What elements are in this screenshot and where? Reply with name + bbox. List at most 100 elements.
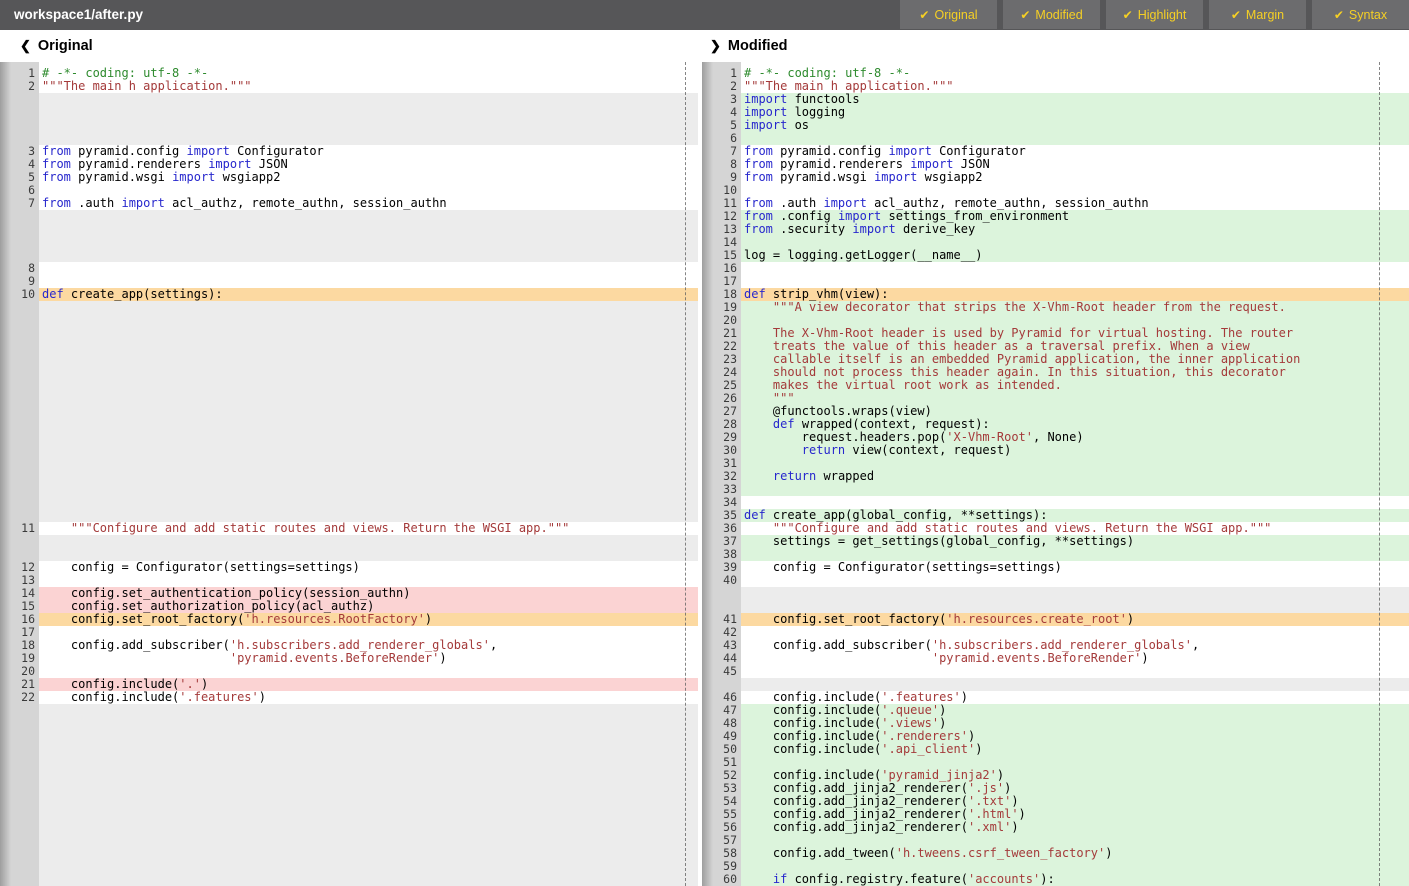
code-line: config.add_jinja2_renderer('.txt')	[741, 795, 1409, 808]
code-line: treats the value of this header as a tra…	[741, 340, 1409, 353]
code-line: import functools	[741, 93, 1409, 106]
line-number	[11, 470, 39, 483]
line-number	[11, 93, 39, 106]
code-line: from pyramid.renderers import JSON	[741, 158, 1409, 171]
line-number: 60	[713, 873, 741, 886]
code-line	[741, 860, 1409, 873]
code-line: def strip_vhm(view):	[741, 288, 1409, 301]
code-area-modified[interactable]: # -*- coding: utf-8 -*-"""The main h app…	[741, 62, 1409, 886]
chevron-right-icon: ❯	[710, 38, 721, 54]
code-line: settings = get_settings(global_config, *…	[741, 535, 1409, 548]
line-number	[11, 808, 39, 821]
code-line	[741, 756, 1409, 769]
code-line	[741, 574, 1409, 587]
code-line	[741, 236, 1409, 249]
modified-pane: 1234567891011121314151617181920212223242…	[702, 62, 1409, 886]
diff-viewer-window: workspace1/after.py ✔Original✔Modified✔H…	[0, 0, 1409, 886]
code-line	[39, 327, 698, 340]
editors: 12345678910111213141516171819202122 # -*…	[0, 62, 1409, 886]
code-line: """The main h application."""	[39, 80, 698, 93]
line-number: 40	[713, 574, 741, 587]
code-line	[39, 93, 698, 106]
code-line: The X-Vhm-Root header is used by Pyramid…	[741, 327, 1409, 340]
code-line: from .auth import acl_authz, remote_auth…	[741, 197, 1409, 210]
toolbar-button-label: Highlight	[1138, 8, 1187, 22]
code-line	[741, 834, 1409, 847]
code-line: log = logging.getLogger(__name__)	[741, 249, 1409, 262]
code-line: from .auth import acl_authz, remote_auth…	[39, 197, 698, 210]
code-line	[39, 379, 698, 392]
code-line: callable itself is an embedded Pyramid a…	[741, 353, 1409, 366]
line-number	[11, 210, 39, 223]
code-line: config.include('pyramid_jinja2')	[741, 769, 1409, 782]
toolbar-button-original[interactable]: ✔Original	[900, 0, 997, 29]
line-number	[11, 483, 39, 496]
line-number	[11, 119, 39, 132]
code-line: config.include('.')	[39, 678, 698, 691]
code-line: config.set_root_factory('h.resources.cre…	[741, 613, 1409, 626]
pane-header-modified[interactable]: ❯ Modified	[710, 30, 788, 62]
code-line	[741, 548, 1409, 561]
check-icon: ✔	[1123, 8, 1133, 22]
line-number	[11, 340, 39, 353]
code-line: config.set_root_factory('h.resources.Roo…	[39, 613, 698, 626]
code-line	[39, 366, 698, 379]
line-number	[11, 431, 39, 444]
code-line: from pyramid.config import Configurator	[741, 145, 1409, 158]
code-line: if config.registry.feature('accounts'):	[741, 873, 1409, 886]
line-number	[11, 457, 39, 470]
code-line: @functools.wraps(view)	[741, 405, 1409, 418]
toolbar-button-highlight[interactable]: ✔ Highlight	[1106, 0, 1203, 29]
code-line	[39, 470, 698, 483]
code-line: """Configure and add static routes and v…	[39, 522, 698, 535]
line-number	[11, 704, 39, 717]
toolbar-button-label: Margin	[1246, 8, 1284, 22]
code-line: config.add_subscriber('h.subscribers.add…	[39, 639, 698, 652]
code-line: config.add_jinja2_renderer('.html')	[741, 808, 1409, 821]
code-line	[39, 340, 698, 353]
line-number	[11, 353, 39, 366]
code-line	[39, 704, 698, 717]
check-icon: ✔	[1020, 8, 1030, 22]
code-line	[741, 275, 1409, 288]
toolbar-button-margin[interactable]: ✔Margin	[1209, 0, 1306, 29]
code-line	[741, 314, 1409, 327]
toolbar-button-modified[interactable]: ✔ Modified	[1003, 0, 1100, 29]
code-line: config.set_authorization_policy(acl_auth…	[39, 600, 698, 613]
code-line: """The main h application."""	[741, 80, 1409, 93]
code-line: 'pyramid.events.BeforeRender')	[39, 652, 698, 665]
code-line	[39, 808, 698, 821]
code-line	[39, 548, 698, 561]
code-line: config.add_subscriber('h.subscribers.add…	[741, 639, 1409, 652]
code-line	[39, 847, 698, 860]
code-line	[39, 132, 698, 145]
code-line	[39, 821, 698, 834]
code-line	[741, 457, 1409, 470]
line-number	[11, 743, 39, 756]
code-line	[39, 249, 698, 262]
line-number	[11, 717, 39, 730]
toolbar-button-label: Modified	[1035, 8, 1082, 22]
toolbar-button-label: Original	[934, 8, 977, 22]
code-line	[741, 626, 1409, 639]
code-line: config.include('.views')	[741, 717, 1409, 730]
code-line	[39, 665, 698, 678]
line-number	[11, 834, 39, 847]
line-number	[11, 847, 39, 860]
code-area-original[interactable]: # -*- coding: utf-8 -*-"""The main h app…	[39, 62, 698, 886]
toolbar-button-syntax[interactable]: ✔Syntax	[1312, 0, 1409, 29]
code-line: config.include('.features')	[741, 691, 1409, 704]
line-number: 10	[11, 288, 39, 301]
code-line: 'pyramid.events.BeforeRender')	[741, 652, 1409, 665]
code-line	[39, 405, 698, 418]
line-number	[11, 366, 39, 379]
pane-header-original[interactable]: ❮ Original	[20, 30, 93, 62]
line-number-gutter-original: 12345678910111213141516171819202122	[11, 62, 39, 886]
line-number	[11, 379, 39, 392]
code-line	[39, 834, 698, 847]
code-line: """	[741, 392, 1409, 405]
code-line: config.add_jinja2_renderer('.xml')	[741, 821, 1409, 834]
line-number	[11, 314, 39, 327]
code-line	[741, 132, 1409, 145]
gutter-strip	[0, 62, 11, 886]
